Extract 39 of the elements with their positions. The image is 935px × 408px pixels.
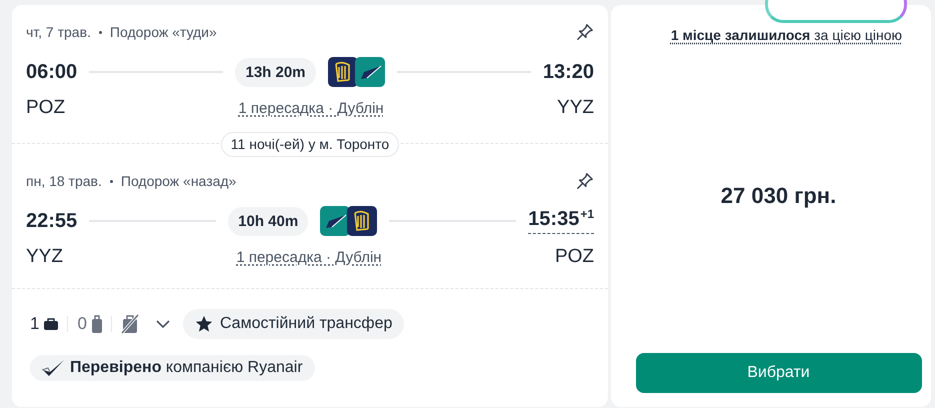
layover-label: 11 ночі(-ей) у м. Торонто [220,132,400,157]
bag-icon [44,318,58,330]
day-offset: +1 [580,208,594,220]
no-luggage-icon [120,314,139,334]
trip-direction: Подорож «назад» [120,173,236,189]
plane-tail-icon [354,57,385,87]
seats-left-note: 1 місце залишилося за цією ціною [670,27,902,43]
airport-code: YYZ [557,97,594,119]
harp-icon [328,57,358,87]
transfer-badge: Самостійний трансфер [182,309,404,339]
airport-code: POZ [554,246,594,268]
verified-badge: Перевірено компанією Ryanair [30,355,315,381]
flight-date: пн, 18 трав. [26,173,102,189]
stops-link[interactable]: 1 пересадка · Дублін [236,248,382,266]
checkmark-icon [40,358,66,378]
arrival-time: 13:20 [542,60,594,84]
arrival-time: 15:35 [528,208,580,231]
departure-time: 22:55 [26,210,78,232]
airport-code: YYZ [26,246,63,268]
separator-dot [98,30,102,34]
select-button[interactable]: Вибрати [636,353,922,393]
plane-tail-icon [320,206,350,236]
bag-count: 1 [30,314,40,334]
suitcase-icon [92,315,102,333]
pin-icon[interactable] [576,23,594,41]
star-icon [194,315,213,333]
duration-label: 10h 40m [228,206,308,236]
airport-code: POZ [26,97,66,119]
departure-time: 06:00 [26,60,78,84]
flight-date: чт, 7 трав. [26,24,91,40]
bag-count: 0 [77,314,87,334]
chevron-down-icon[interactable] [156,320,170,328]
trip-direction: Подорож «туди» [110,24,217,40]
stops-link[interactable]: 1 пересадка · Дублін [238,100,384,116]
duration-label: 13h 20m [235,58,316,86]
harp-icon [347,206,378,236]
separator-dot [110,180,113,182]
pin-icon[interactable] [576,172,594,190]
price-label: 27 030 грн. [720,183,836,209]
